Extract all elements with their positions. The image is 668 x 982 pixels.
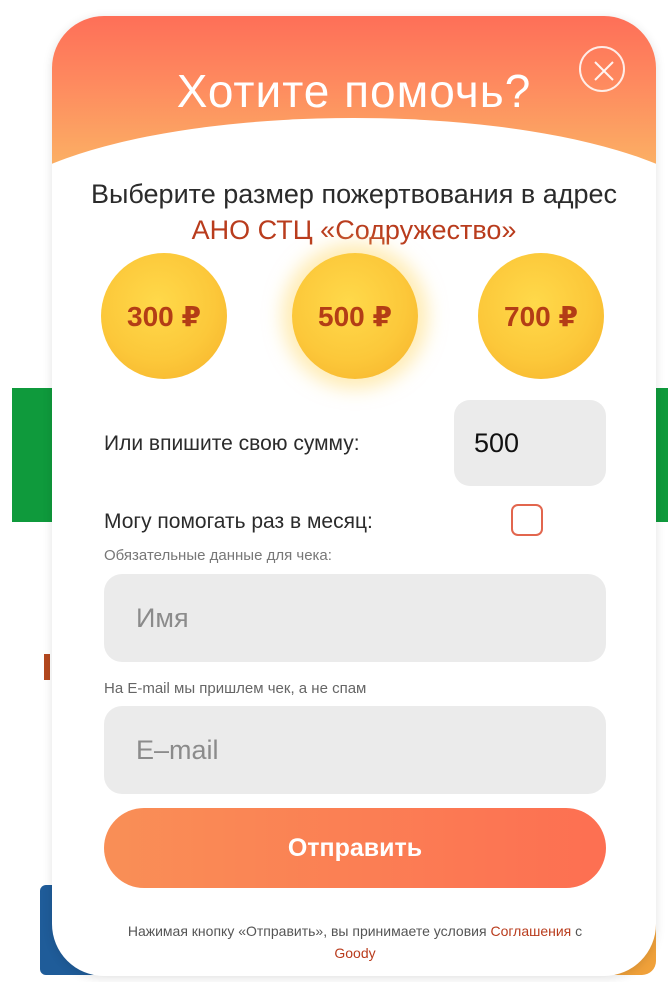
submit-button[interactable]: Отправить	[104, 808, 606, 888]
legal-text: Нажимая кнопку «Отправить», вы принимает…	[127, 923, 491, 939]
organization-name: АНО СТЦ «Содружество»	[191, 215, 517, 245]
custom-amount-input[interactable]	[454, 400, 606, 486]
receipt-hint: Обязательные данные для чека:	[104, 547, 332, 564]
legal-notice: Нажимая кнопку «Отправить», вы принимает…	[112, 920, 598, 964]
legal-text-middle: с	[571, 923, 583, 939]
popup-header: Хотите помочь?	[52, 16, 656, 228]
donation-subtitle: Выберите размер пожертвования в адрес АН…	[72, 176, 636, 248]
subtitle-text: Выберите размер пожертвования в адрес	[90, 179, 618, 209]
email-field[interactable]	[104, 706, 606, 794]
amount-option-500[interactable]: 500 ₽	[292, 253, 418, 379]
amount-option-300[interactable]: 300 ₽	[101, 253, 227, 379]
donation-popup: Хотите помочь? Выберите размер пожертвов…	[52, 16, 656, 976]
custom-amount-label: Или впишите свою сумму:	[104, 432, 360, 455]
monthly-checkbox[interactable]	[511, 504, 543, 536]
amount-option-700[interactable]: 700 ₽	[478, 253, 604, 379]
close-button[interactable]	[579, 46, 625, 92]
background-fragment	[44, 654, 50, 680]
email-hint: На E-mail мы пришлем чек, а не спам	[104, 680, 367, 697]
popup-title: Хотите помочь?	[176, 65, 532, 117]
close-icon	[594, 61, 614, 81]
monthly-label: Могу помогать раз в месяц:	[104, 510, 373, 533]
agreement-link[interactable]: Соглашения	[490, 923, 571, 939]
goody-link[interactable]: Goody	[334, 945, 375, 961]
name-field[interactable]	[104, 574, 606, 662]
